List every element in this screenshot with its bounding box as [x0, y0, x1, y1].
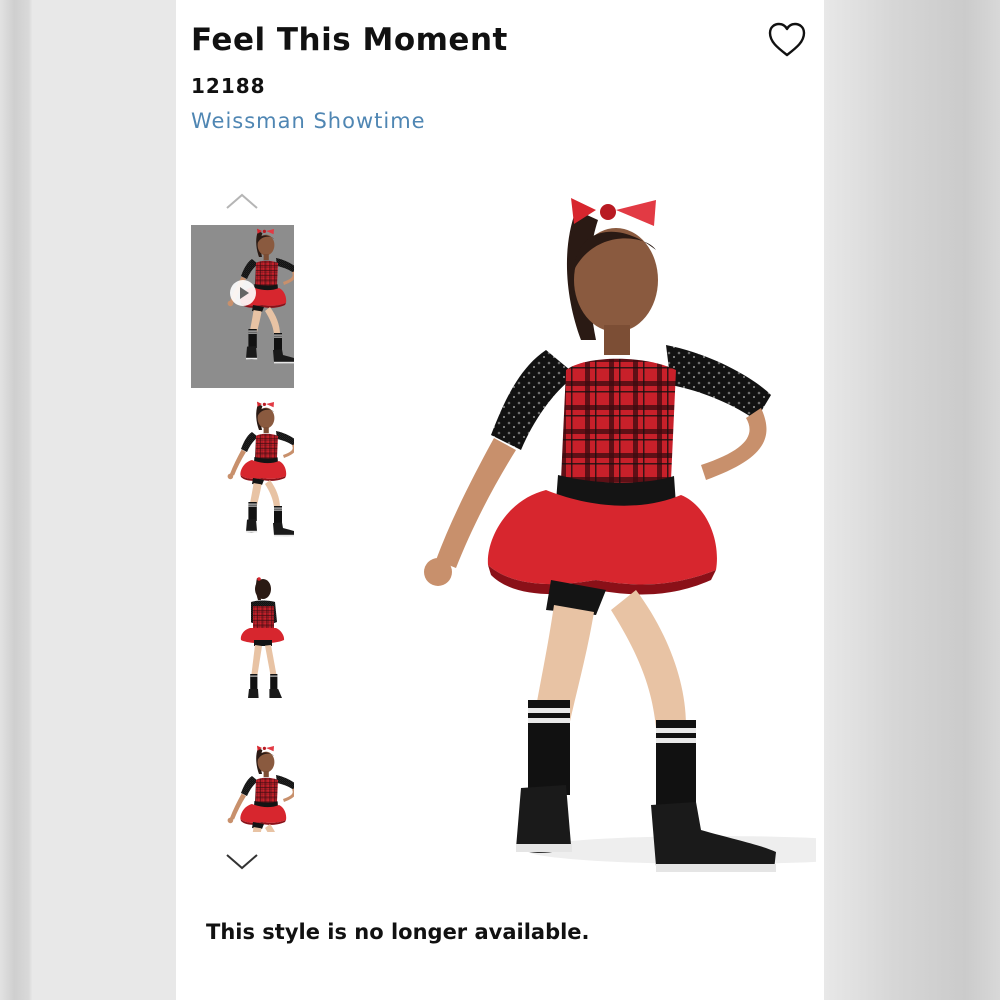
- brand-link[interactable]: Weissman Showtime: [191, 109, 426, 133]
- product-title: Feel This Moment: [191, 22, 508, 58]
- chevron-up-icon: [226, 193, 258, 209]
- thumbnails-down-button[interactable]: [224, 850, 260, 872]
- heart-outline-icon: [768, 22, 806, 57]
- play-icon: [230, 280, 256, 306]
- product-sku: 12188: [191, 74, 266, 98]
- costume-thumbnail-image: [227, 745, 294, 832]
- thumbnails-up-button[interactable]: [224, 190, 260, 212]
- favorite-button[interactable]: [766, 20, 808, 60]
- chevron-down-icon: [226, 854, 258, 870]
- costume-thumbnail-image: [240, 577, 285, 698]
- gallery-thumbnail-video[interactable]: [191, 225, 294, 388]
- main-product-image[interactable]: [336, 170, 816, 890]
- gallery-thumbnail[interactable]: [191, 398, 294, 561]
- costume-thumbnail-image: [227, 401, 294, 537]
- product-card: Feel This Moment 12188 Weissman Showtime: [176, 0, 824, 1000]
- gallery-thumbnail[interactable]: [191, 570, 294, 733]
- gallery-thumbnail[interactable]: [191, 742, 294, 832]
- availability-notice: This style is no longer available.: [206, 920, 590, 944]
